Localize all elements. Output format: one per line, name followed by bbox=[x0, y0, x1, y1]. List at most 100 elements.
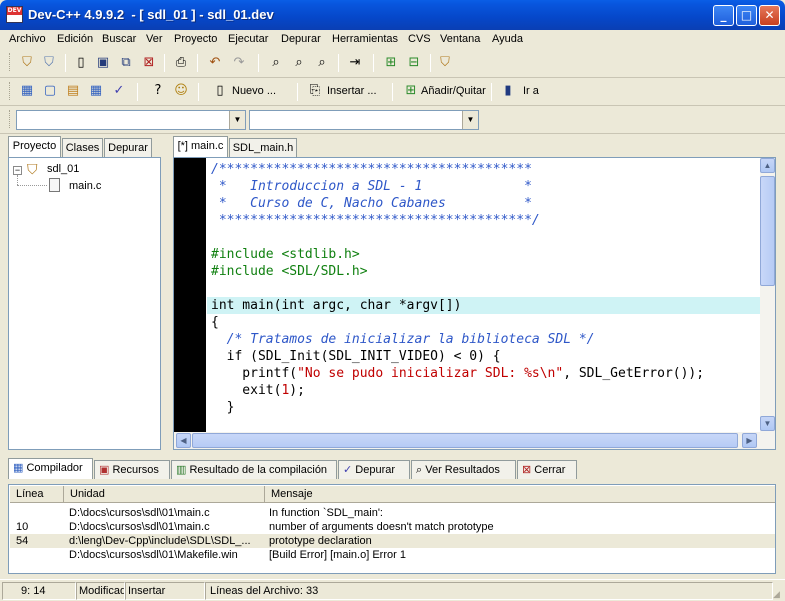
debug-check-icon[interactable]: ✓ bbox=[109, 81, 129, 101]
replace-icon[interactable]: ⌕ bbox=[312, 53, 332, 73]
code-area[interactable]: /***************************************… bbox=[207, 158, 760, 432]
tab-recursos[interactable]: ▣ Recursos bbox=[94, 460, 170, 479]
toolbar-grip[interactable] bbox=[9, 82, 12, 100]
class-combo[interactable]: ▼ bbox=[16, 110, 246, 130]
maximize-button[interactable]: □ bbox=[736, 5, 757, 26]
toolbar-grip[interactable] bbox=[9, 110, 12, 128]
tab-cerrar[interactable]: ⊠ Cerrar bbox=[517, 460, 577, 479]
save-all-icon[interactable]: ⧉ bbox=[116, 53, 136, 73]
table-row[interactable]: 10 D:\docs\cursos\sdl\01\main.c number o… bbox=[10, 520, 775, 534]
toolbar-separator bbox=[338, 54, 339, 72]
menu-edicion[interactable]: Edición bbox=[57, 33, 93, 45]
row-mensaje: number of arguments doesn't match protot… bbox=[269, 521, 494, 533]
menu-depurar[interactable]: Depurar bbox=[281, 33, 321, 45]
toolbar-grip[interactable] bbox=[9, 53, 12, 71]
insert-icon[interactable]: ⎘ bbox=[305, 81, 325, 101]
scroll-up-icon[interactable]: ▲ bbox=[760, 158, 775, 173]
column-header-unidad[interactable]: Unidad bbox=[64, 486, 265, 503]
anadir-quitar-button[interactable]: Añadir/Quitar bbox=[421, 81, 486, 101]
close-button[interactable]: ✕ bbox=[759, 5, 780, 26]
toolbar-separator bbox=[137, 83, 138, 101]
code-string: "No se pudo inicializar SDL: %s\n" bbox=[297, 366, 564, 381]
goto-bookmark-icon[interactable]: ▮ bbox=[498, 81, 518, 101]
scroll-down-icon[interactable]: ▼ bbox=[760, 416, 775, 431]
resize-grip-icon[interactable]: ◢ bbox=[773, 588, 783, 600]
find-icon[interactable]: ⌕ bbox=[266, 53, 286, 73]
chevron-down-icon[interactable]: ▼ bbox=[229, 111, 245, 129]
menu-ayuda[interactable]: Ayuda bbox=[492, 33, 523, 45]
find-next-icon[interactable]: ⌕ bbox=[289, 53, 309, 73]
class-combo-toolbar: ▼ ▼ bbox=[0, 107, 785, 134]
member-combo[interactable]: ▼ bbox=[249, 110, 479, 130]
editor-horizontal-scrollbar[interactable]: ◀ ▶ bbox=[174, 432, 775, 449]
table-row[interactable]: D:\docs\cursos\sdl\01\main.c In function… bbox=[10, 506, 775, 520]
tab-sdl-main-h[interactable]: SDL_main.h bbox=[229, 138, 297, 157]
project-options-icon[interactable]: ⛉ bbox=[435, 53, 455, 73]
tab-ver-resultados[interactable]: ⌕ Ver Resultados bbox=[411, 460, 516, 479]
row-unidad: D:\docs\cursos\sdl\01\main.c bbox=[69, 507, 210, 519]
run-icon[interactable]: ▢ bbox=[40, 81, 60, 101]
collapse-icon[interactable]: − bbox=[13, 166, 22, 175]
rebuild-icon[interactable]: ▦ bbox=[86, 81, 106, 101]
compile-icon[interactable]: ▦ bbox=[17, 81, 37, 101]
menu-ventana[interactable]: Ventana bbox=[440, 33, 480, 45]
editor-vertical-scrollbar[interactable]: ▲ ▼ bbox=[760, 158, 775, 432]
scroll-left-icon[interactable]: ◀ bbox=[176, 433, 191, 448]
redo-icon[interactable]: ↷ bbox=[229, 53, 249, 73]
column-header-mensaje[interactable]: Mensaje bbox=[265, 486, 775, 503]
menu-ejecutar[interactable]: Ejecutar bbox=[228, 33, 268, 45]
undo-icon[interactable]: ↶ bbox=[205, 53, 225, 73]
toolbar-separator bbox=[198, 83, 199, 101]
ira-button[interactable]: Ir a bbox=[523, 81, 539, 101]
nuevo-button[interactable]: Nuevo ... bbox=[232, 81, 276, 101]
tab-compilador[interactable]: ▦ Compilador bbox=[8, 458, 93, 479]
tab-resultado[interactable]: ▥ Resultado de la compilación bbox=[171, 460, 337, 479]
column-header-linea[interactable]: Línea bbox=[10, 486, 64, 503]
open-project-icon[interactable]: ⛉ bbox=[39, 53, 59, 73]
close-file-icon[interactable]: ⊠ bbox=[139, 53, 159, 73]
menu-buscar[interactable]: Buscar bbox=[102, 33, 136, 45]
new-class-icon[interactable]: ▯ bbox=[210, 81, 230, 101]
scroll-thumb[interactable] bbox=[760, 176, 775, 286]
about-icon[interactable]: ☺ bbox=[171, 81, 191, 101]
tree-child-label[interactable]: main.c bbox=[69, 180, 101, 192]
menu-cvs[interactable]: CVS bbox=[408, 33, 431, 45]
tab-resultado-label: Resultado de la compilación bbox=[189, 464, 328, 476]
code-editor[interactable]: /***************************************… bbox=[173, 157, 776, 450]
tab-main-c[interactable]: [*] main.c bbox=[173, 136, 228, 157]
tree-root-label[interactable]: sdl_01 bbox=[47, 163, 79, 175]
title-bar[interactable]: DEV Dev-C++ 4.9.9.2 - [ sdl_01 ] - sdl_0… bbox=[0, 0, 785, 30]
add-to-project-icon[interactable]: ⊞ bbox=[381, 53, 401, 73]
help-icon[interactable]: ? bbox=[148, 81, 168, 101]
code-line: #include <stdlib.h> bbox=[211, 247, 360, 262]
toolbar-separator bbox=[297, 83, 298, 101]
editor-gutter[interactable] bbox=[174, 158, 206, 432]
tab-proyecto[interactable]: Proyecto bbox=[8, 136, 61, 157]
compile-run-icon[interactable]: ▤ bbox=[63, 81, 83, 101]
status-cursor-position: 9: 14 bbox=[2, 582, 76, 600]
scroll-thumb-horizontal[interactable] bbox=[192, 433, 738, 448]
chevron-down-icon[interactable]: ▼ bbox=[462, 111, 478, 129]
menu-archivo[interactable]: Archivo bbox=[9, 33, 46, 45]
close-icon: ⊠ bbox=[522, 464, 532, 476]
scroll-right-icon[interactable]: ▶ bbox=[742, 433, 757, 448]
goto-line-icon[interactable]: ⇥ bbox=[345, 53, 365, 73]
tab-depurar-bottom[interactable]: ✓ Depurar bbox=[338, 460, 410, 479]
tab-depurar-left[interactable]: Depurar bbox=[104, 138, 152, 157]
menu-proyecto[interactable]: Proyecto bbox=[174, 33, 217, 45]
save-icon[interactable]: ▣ bbox=[93, 53, 113, 73]
print-icon[interactable]: ⎙ bbox=[171, 53, 191, 73]
tab-compilador-label: Compilador bbox=[26, 462, 83, 474]
new-file-icon[interactable]: ▯ bbox=[71, 53, 91, 73]
menu-ver[interactable]: Ver bbox=[146, 33, 163, 45]
row-unidad: d:\leng\Dev-Cpp\include\SDL\SDL_... bbox=[69, 535, 251, 547]
table-row[interactable]: D:\docs\cursos\sdl\01\Makefile.win [Buil… bbox=[10, 548, 775, 562]
project-icon[interactable]: ⛉ bbox=[17, 53, 37, 73]
menu-herramientas[interactable]: Herramientas bbox=[332, 33, 398, 45]
insertar-button[interactable]: Insertar ... bbox=[327, 81, 377, 101]
tab-clases[interactable]: Clases bbox=[62, 138, 103, 157]
table-row-selected[interactable]: 54 d:\leng\Dev-Cpp\include\SDL\SDL_... p… bbox=[10, 534, 775, 548]
remove-from-project-icon[interactable]: ⊟ bbox=[404, 53, 424, 73]
minimize-button[interactable]: _ bbox=[713, 5, 734, 26]
add-remove-icon[interactable]: ⊞ bbox=[401, 81, 421, 101]
